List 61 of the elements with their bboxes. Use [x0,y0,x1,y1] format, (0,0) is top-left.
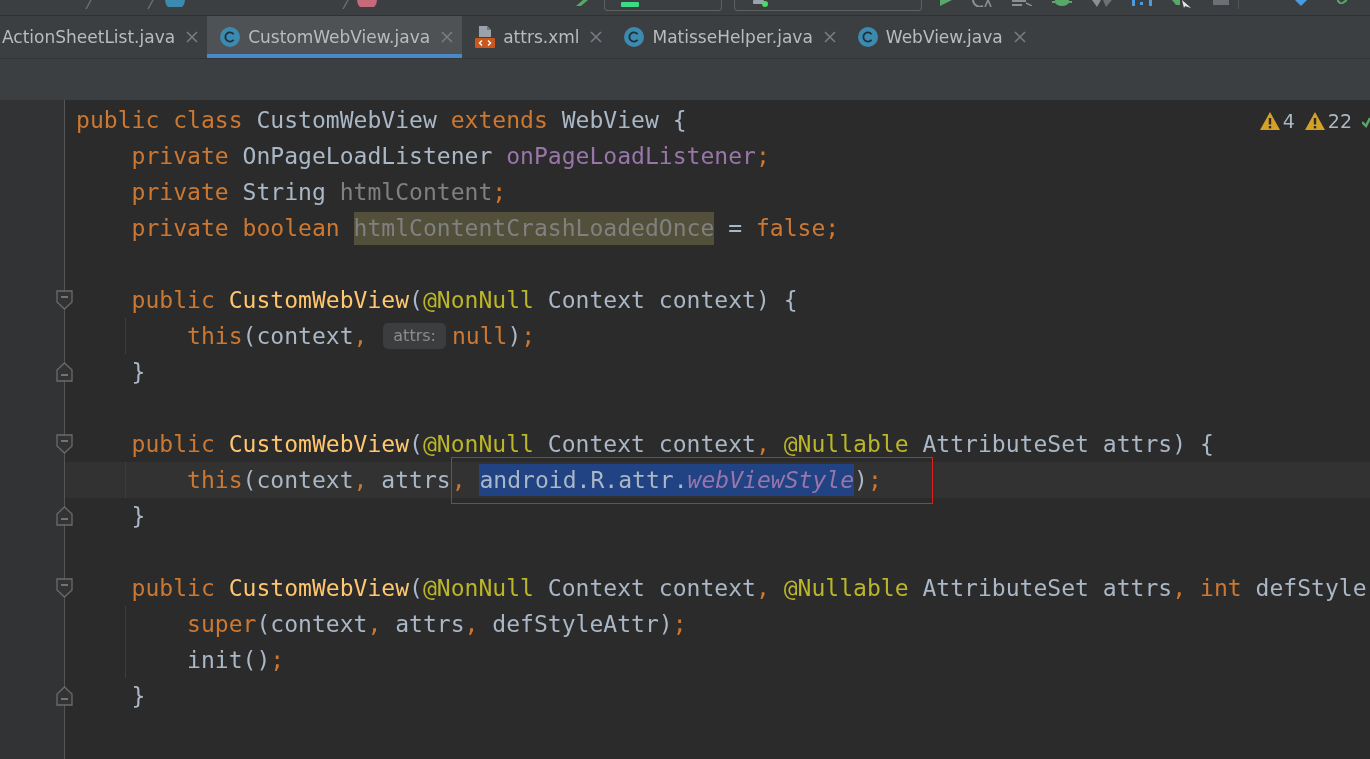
code-text: private OnPageLoadListener onPageLoadListener; [131,142,770,171]
usage-highlight: htmlContentCrashLoadedOnce [353,211,715,245]
code-text: super(context, attrs, defStyleAttr); [187,610,687,639]
editor-tab[interactable]: ActionSheetList.java [0,16,208,58]
list-icon[interactable] [1012,0,1032,6]
slash-icon [146,0,154,9]
code-text: this(context, [187,322,369,351]
close-icon[interactable] [590,31,603,43]
class-icon [624,27,645,47]
fold-icon[interactable] [56,506,73,526]
code-text: this(context, attrs [187,466,451,495]
code-text: public class CustomWebView extends WebView { [76,106,687,135]
slash-icon [84,0,92,9]
fold-icon[interactable] [56,362,73,382]
fold-icon[interactable] [56,686,73,706]
bracket-icon[interactable] [1132,0,1152,6]
warning-icon[interactable] [1259,112,1280,130]
run-configuration-dropdown[interactable] [604,0,722,11]
code-text: } [131,358,146,387]
class-icon [220,27,241,47]
fold-icon[interactable] [56,290,73,310]
slanted-bar-icon[interactable] [576,0,588,6]
code-text: init(); [187,646,285,675]
code-text: private boolean [131,214,341,243]
code-text: private String htmlContent; [131,178,507,207]
close-icon[interactable] [186,31,199,43]
class-icon [857,27,878,47]
triangle-icon[interactable] [1295,0,1307,6]
text-selection: android.R.attr.webViewStyle [479,464,855,496]
play-icon[interactable] [940,0,952,6]
editor-tab[interactable]: WebView.java [844,16,1035,58]
warning-count[interactable]: 4 [1282,110,1295,132]
code-text: , [451,466,467,495]
code-text: } [131,502,146,531]
warning-count[interactable]: 22 [1327,110,1352,132]
close-icon[interactable] [441,31,454,43]
code-text: ); [854,466,882,495]
close-icon[interactable] [823,31,836,43]
xml-file-icon [475,26,496,48]
warning-icon[interactable] [1304,112,1325,130]
fold-icon[interactable] [56,578,73,598]
indicator-icon [621,2,639,7]
slash-icon [341,0,349,9]
editor-tab[interactable]: attrs.xml [462,16,612,58]
editor-tab[interactable]: CustomWebView.java [207,16,463,58]
close-icon[interactable] [1013,31,1026,43]
code-text: public CustomWebView(@NonNull Context context, @Nullable AttributeSet attrs) { [131,430,1214,459]
device-dropdown[interactable] [734,0,922,11]
check-icon[interactable] [1337,0,1347,4]
bug-icon[interactable] [1052,0,1072,6]
code-text: null); [451,322,536,351]
code-text: public CustomWebView(@NonNull Context context, @Nullable AttributeSet attrs, int defStyle [131,574,1367,603]
device-icon [751,0,769,7]
refresh-icon[interactable] [972,0,992,7]
parameter-hint: attrs: [383,323,446,349]
code-text: } [131,682,146,711]
fold-icon[interactable] [56,434,73,454]
code-text: = false; [727,214,840,243]
code-text: public CustomWebView(@NonNull Context context) { [131,286,798,315]
editor-tab[interactable]: MatisseHelper.java [611,16,845,58]
triangles-icon[interactable] [1092,0,1112,7]
